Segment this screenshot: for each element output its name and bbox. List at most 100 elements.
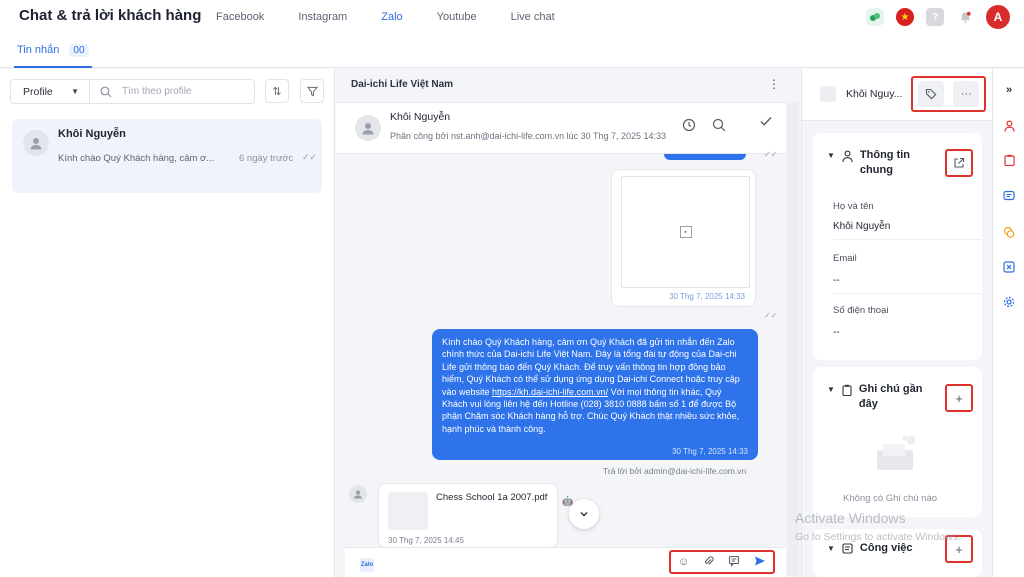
sort-button[interactable]: ⇅ — [265, 79, 289, 103]
emoji-icon[interactable]: ☺ — [678, 556, 689, 568]
user-avatar[interactable]: A — [986, 5, 1010, 29]
contact-detail-header: Khôi Nguy... ··· — [802, 69, 992, 121]
profile-select[interactable]: Profile ▼ — [10, 79, 90, 104]
nav-facebook[interactable]: Facebook — [216, 11, 264, 23]
windows-watermark-subtitle: Go to Settings to activate Windows. — [795, 531, 961, 543]
chat-contact-header: Khôi Nguyễn Phân công bởi nst.anh@dai-ic… — [336, 102, 786, 154]
chat-bubble-icon[interactable] — [1002, 189, 1016, 203]
nav-live-chat[interactable]: Live chat — [511, 11, 555, 23]
message-composer[interactable]: Zalo ☺ — [345, 547, 786, 577]
email-label: Email — [833, 253, 857, 264]
plus-icon: + — [955, 541, 963, 557]
history-clock-icon[interactable] — [682, 118, 696, 132]
chat-contact-name: Khôi Nguyễn — [390, 111, 451, 123]
full-name-value: Khôi Nguyễn — [833, 221, 891, 232]
recent-notes-card: ▼ Ghi chú gần đây + Không có Ghi chú nào — [813, 367, 982, 517]
tasks-title: Công việc — [859, 542, 913, 554]
resolve-check-icon[interactable] — [759, 114, 773, 131]
contact-detail-name: Khôi Nguy... — [846, 88, 903, 100]
recent-notes-header[interactable]: ▼ Ghi chú gần đây — [827, 382, 929, 412]
task-list-icon — [842, 543, 853, 554]
general-info-header[interactable]: ▼ Thông tin chung — [827, 148, 918, 178]
chevron-down-icon: ▼ — [827, 385, 835, 394]
chevron-down-icon: ▼ — [827, 544, 835, 553]
more-horizontal-icon: ··· — [960, 88, 972, 100]
double-check-icon: ✓✓ — [302, 152, 318, 162]
chevron-down-icon — [580, 512, 588, 517]
file-message[interactable]: Chess School 1a 2007.pdf 30 Thg 7, 2025 … — [378, 483, 558, 548]
more-vertical-icon[interactable]: ⋮ — [768, 77, 780, 91]
more-button[interactable]: ··· — [953, 81, 980, 107]
attachment-icon[interactable] — [703, 555, 714, 570]
collapse-panel-icon[interactable]: » — [1002, 83, 1016, 97]
tab-messages[interactable]: Tin nhắn 00 — [14, 34, 92, 68]
conversation-item[interactable]: Khôi Nguyễn Kính chào Quý Khách hàng, cả… — [12, 119, 322, 193]
top-right-actions: ★ ? A — [866, 5, 1010, 29]
file-name[interactable]: Chess School 1a 2007.pdf — [436, 492, 547, 503]
scroll-down-button[interactable] — [569, 499, 599, 529]
recent-notes-title: Ghi chú gần đây — [858, 383, 923, 410]
nav-zalo[interactable]: Zalo — [381, 11, 402, 23]
help-icon[interactable]: ? — [926, 8, 944, 26]
filter-icon — [306, 86, 318, 96]
auto-reply-message: Kính chào Quý Khách hàng, cảm ơn Quý Khá… — [432, 329, 758, 460]
clipboard-icon — [842, 384, 852, 396]
conversation-name: Khôi Nguyễn — [58, 128, 126, 140]
message-time: 30 Thg 7, 2025 14:33 — [669, 292, 745, 301]
contact-person-icon[interactable] — [1002, 119, 1016, 133]
chat-scrollbar[interactable] — [787, 102, 799, 576]
conversation-list-panel: Profile ▼ Tìm theo profile ⇅ Khôi Nguyễn… — [0, 69, 335, 577]
chat-page-title: Dai-ichi Life Việt Nam — [351, 79, 454, 90]
contact-actions: ··· — [911, 76, 986, 112]
message-image[interactable]: ▪ — [621, 176, 750, 288]
reply-by-label: Trả lời bởi admin@dai-ichi-life.com.vn — [603, 466, 747, 476]
filter-row: Profile ▼ Tìm theo profile — [10, 79, 255, 104]
conversation-preview: Kính chào Quý Khách hàng, cảm ơ... — [58, 153, 215, 164]
settings-gear-icon[interactable] — [1002, 295, 1016, 309]
search-icon — [100, 86, 112, 97]
auto-reply-text: Kính chào Quý Khách hàng, cảm ơn Quý Khá… — [442, 336, 748, 435]
no-notes-message: Không có Ghi chú nào — [843, 493, 938, 504]
search-placeholder: Tìm theo profile — [122, 86, 192, 97]
nav-youtube[interactable]: Youtube — [437, 11, 477, 23]
notes-clipboard-icon[interactable] — [1002, 153, 1016, 167]
general-info-title: Thông tin chung — [859, 149, 911, 176]
tag-icon — [925, 88, 937, 100]
send-icon[interactable] — [754, 555, 766, 570]
chat-header-actions — [682, 118, 726, 132]
double-check-icon: ✓✓ — [764, 311, 778, 320]
contact-avatar-icon — [349, 485, 367, 503]
tag-button[interactable] — [917, 81, 944, 107]
general-info-card: ▼ Thông tin chung Họ và tên Khôi Nguyễn … — [813, 133, 982, 360]
contact-avatar-icon — [355, 115, 381, 141]
top-bar: Chat & trả lời khách hàng Facebook Insta… — [0, 0, 1024, 34]
filter-button[interactable] — [300, 79, 324, 103]
conversation-time: 6 ngày trước — [239, 153, 294, 164]
composer-tools: ☺ — [669, 550, 775, 574]
nav-instagram[interactable]: Instagram — [298, 11, 347, 23]
assignment-info: Phân công bởi nst.anh@dai-ichi-life.com.… — [390, 131, 667, 141]
tasks-header[interactable]: ▼ Công việc — [827, 541, 913, 556]
tab-messages-label: Tin nhắn — [17, 44, 60, 56]
email-value: -- — [833, 275, 840, 286]
chevron-down-icon: ▼ — [827, 151, 835, 160]
caret-down-icon: ▼ — [71, 87, 79, 96]
vietnam-flag-icon[interactable]: ★ — [896, 8, 914, 26]
broken-image-icon: ▪ — [679, 226, 692, 238]
image-message[interactable]: ▪ 30 Thg 7, 2025 14:33 — [611, 169, 756, 307]
tab-messages-count: 00 — [69, 43, 89, 57]
website-link[interactable]: https://kh.dai-ichi-life.com.vn/ — [492, 387, 608, 397]
sort-icon: ⇅ — [272, 85, 282, 98]
open-external-button[interactable] — [945, 149, 973, 177]
add-note-button[interactable]: + — [945, 384, 973, 412]
search-icon[interactable] — [712, 118, 726, 132]
coins-icon[interactable] — [1002, 225, 1016, 239]
template-message-icon[interactable] — [728, 555, 740, 570]
extension-icon[interactable] — [866, 8, 884, 26]
empty-mailbox-icon — [877, 435, 916, 470]
tab-bar: Tin nhắn 00 — [0, 34, 1024, 68]
file-thumbnail — [388, 492, 428, 530]
close-box-icon[interactable] — [1002, 260, 1016, 274]
bell-icon[interactable] — [956, 8, 974, 26]
profile-search-input[interactable]: Tìm theo profile — [90, 79, 255, 104]
